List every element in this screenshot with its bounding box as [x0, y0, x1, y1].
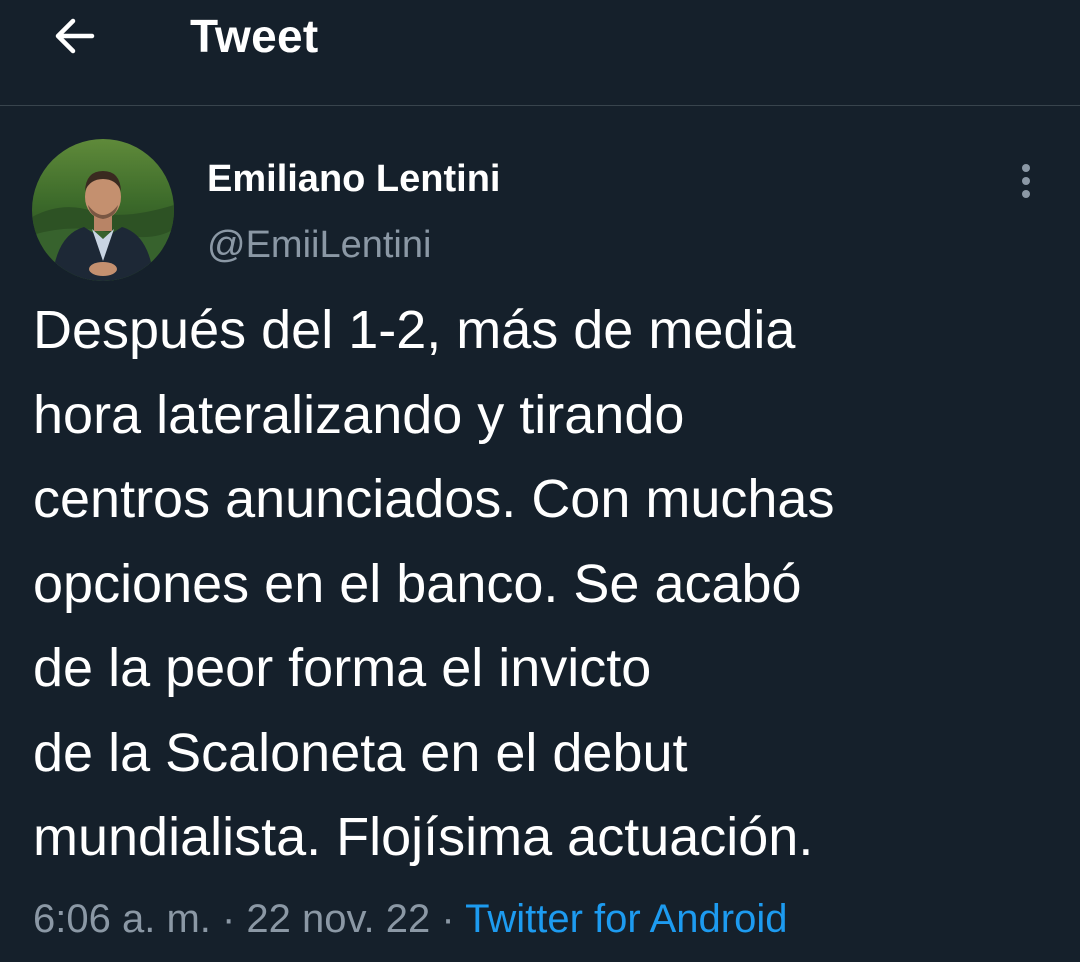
top-app-bar: Tweet: [0, 0, 1080, 106]
tweet-line: hora lateralizando y tirando: [33, 384, 685, 445]
more-vertical-icon: [1022, 164, 1030, 198]
tweet-line: Después del 1-2, más de media: [33, 300, 796, 360]
more-options-button[interactable]: [1006, 160, 1046, 204]
tweet-source-link[interactable]: Twitter for Android: [465, 897, 787, 941]
author-name[interactable]: Emiliano Lentini: [207, 154, 500, 204]
tweet-line: de la peor forma el invicto: [33, 638, 652, 698]
avatar-photo: [32, 139, 174, 281]
tweet-date: 22 nov. 22: [246, 897, 431, 941]
tweet-line: opciones en el banco. Se acabó: [33, 553, 802, 614]
avatar[interactable]: [32, 139, 174, 281]
tweet-line: mundialista. Flojísima actuación.: [33, 807, 814, 867]
tweet-meta: 6:06 a. m. · 22 nov. 22 · Twitter for An…: [33, 891, 787, 947]
back-button[interactable]: [40, 8, 110, 64]
tweet-line: de la Scaloneta en el debut: [33, 722, 688, 783]
tweet-line: centros anunciados. Con muchas: [33, 469, 835, 529]
page-title: Tweet: [190, 10, 319, 62]
tweet-text: Después del 1-2, más de media hora later…: [33, 288, 1073, 880]
meta-separator: ·: [210, 897, 247, 941]
meta-separator: ·: [430, 897, 466, 941]
arrow-left-icon: [55, 18, 95, 54]
tweet-time: 6:06 a. m.: [33, 897, 211, 941]
author-handle[interactable]: @EmiiLentini: [207, 220, 431, 270]
